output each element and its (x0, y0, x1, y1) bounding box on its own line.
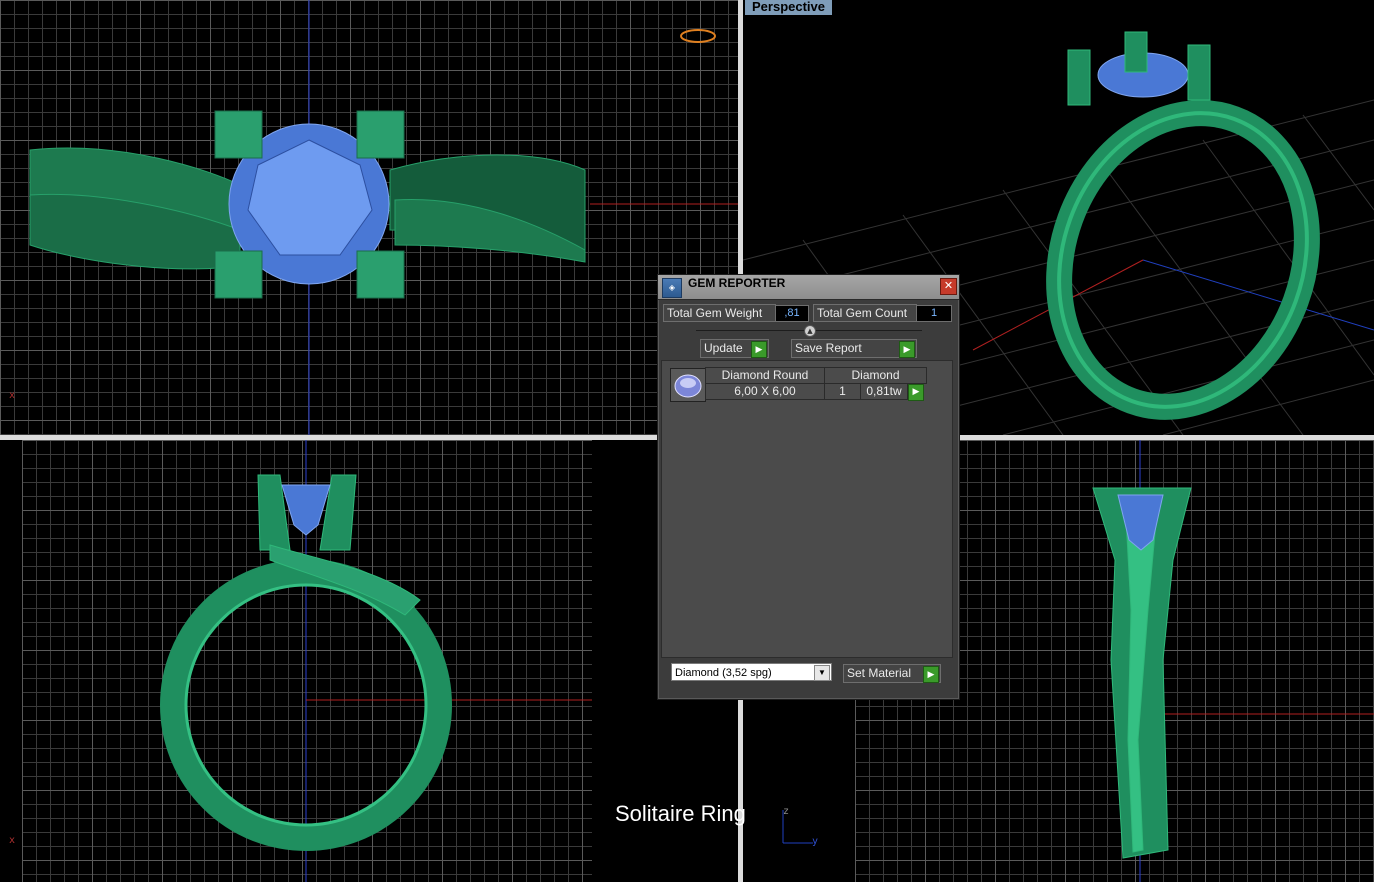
set-material-button-label: Set Material (847, 666, 912, 680)
material-select[interactable]: Diamond (3,52 spg) ▼ (671, 663, 832, 681)
play-arrow-icon: ▶ (923, 666, 939, 683)
close-button[interactable]: ✕ (940, 278, 957, 295)
gem-weight-cell: 0,81tw (860, 383, 908, 400)
gem-reporter-titlebar[interactable]: ◈ GEM REPORTER ✕ (658, 275, 959, 300)
update-button-label: Update (704, 341, 743, 355)
update-button[interactable]: Update ▶ (700, 339, 769, 358)
collapse-toggle-icon[interactable]: ▲ (804, 325, 816, 337)
ring-top-view (29, 0, 738, 435)
total-gem-weight-value: ,81 (775, 305, 809, 322)
gem-reporter-panel: ◈ GEM REPORTER ✕ Total Gem Weight ,81 To… (657, 274, 960, 700)
gem-size-cell: 6,00 X 6,00 (705, 383, 825, 400)
gem-material-cell: Diamond (824, 367, 927, 384)
save-report-button-label: Save Report (795, 341, 862, 355)
gem-reporter-title: GEM REPORTER (688, 276, 786, 290)
gem-reporter-app-icon: ◈ (662, 278, 682, 298)
gem-row-action-button[interactable]: ▶ (908, 384, 924, 401)
axis-x-label-front: x (9, 835, 16, 846)
diamond-round-icon (670, 368, 706, 402)
gem-count-cell: 1 (824, 383, 861, 400)
set-material-button[interactable]: Set Material ▶ (843, 664, 941, 683)
caption-title: Solitaire Ring (615, 801, 746, 826)
axis-x-label: x (9, 390, 16, 401)
total-gem-weight-label: Total Gem Weight (663, 304, 776, 322)
gem-shape-cell: Diamond Round (705, 367, 825, 384)
play-arrow-icon: ▶ (751, 341, 767, 358)
total-gem-count-label: Total Gem Count (813, 304, 917, 322)
axis-z-label: z (783, 806, 790, 817)
viewport-top[interactable]: x (0, 0, 738, 435)
material-select-value: Diamond (3,52 spg) (675, 667, 772, 679)
viewport-title-perspective[interactable]: Perspective (745, 0, 832, 15)
chevron-down-icon[interactable]: ▼ (814, 665, 830, 681)
gem-list[interactable]: Diamond Round 6,00 X 6,00 Diamond 1 0,81… (661, 360, 953, 658)
save-report-button[interactable]: Save Report ▶ (791, 339, 917, 358)
play-arrow-icon: ▶ (899, 341, 915, 358)
total-gem-count-value: 1 (916, 305, 952, 322)
axis-y-label: y (812, 836, 819, 847)
